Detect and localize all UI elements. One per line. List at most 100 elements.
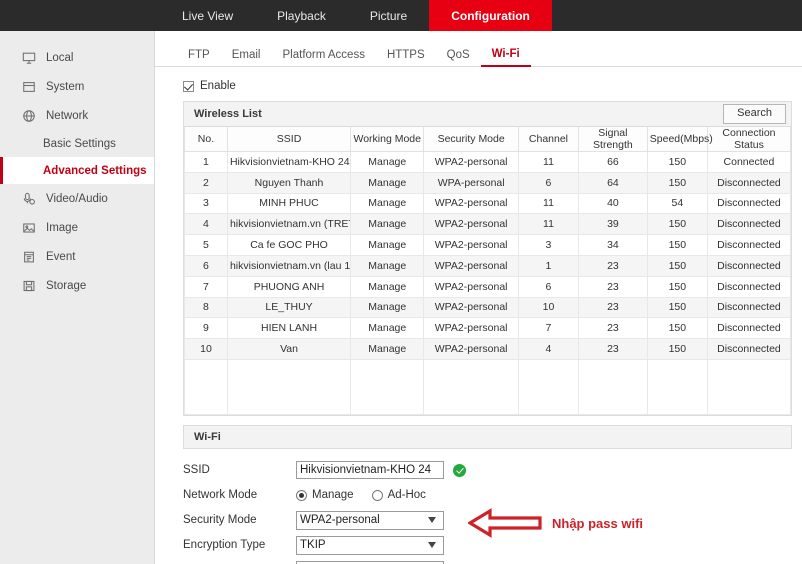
- table-row[interactable]: 5 Ca fe GOC PHO Manage WPA2-personal 3 34 150 D…: [184, 234, 792, 256]
- cell-signal: 23: [578, 254, 648, 277]
- sidebar-label-image: Image: [46, 221, 78, 234]
- sidebar-label-advanced-settings: Advanced Settings: [43, 164, 147, 177]
- cell-channel: 11: [517, 192, 580, 215]
- wifi-settings-body: SSID Network Mode Manage Ad-Hoc: [183, 449, 792, 564]
- cell-ssid: Hikvisionvietnam-KHO 24: [226, 151, 352, 173]
- cell-security-mode: WPA2-personal: [423, 275, 519, 298]
- table-header-row: No. SSID Working Mode Security Mode Chan…: [184, 127, 792, 152]
- sidebar-item-system[interactable]: System: [0, 72, 154, 101]
- sidebar-item-network[interactable]: Network: [0, 101, 154, 130]
- tab-platform-access[interactable]: Platform Access: [272, 49, 376, 66]
- tab-wifi[interactable]: Wi-Fi: [480, 48, 531, 67]
- sidebar-label-storage: Storage: [46, 279, 87, 292]
- cell-status: Disconnected: [706, 171, 792, 194]
- cell-ssid: hikvisionvietnam.vn (lau 1): [226, 254, 352, 277]
- topnav-item-live-view[interactable]: Live View: [160, 0, 255, 31]
- network-mode-option-manage[interactable]: Manage: [296, 489, 354, 501]
- chevron-down-icon: [428, 517, 436, 524]
- table-row[interactable]: 4 hikvisionvietnam.vn (TRET) Manage WPA2-pe…: [184, 213, 792, 236]
- cell-speed: 150: [646, 151, 708, 173]
- ssid-valid-check-icon: [453, 463, 466, 477]
- wireless-list-body: 1 Hikvisionvietnam-KHO 24 Manage WPA2-perso…: [184, 151, 792, 415]
- cell-no: 8: [184, 296, 228, 319]
- cell-security-mode: WPA2-personal: [423, 296, 519, 319]
- col-header-speed: Speed(Mbps): [646, 127, 713, 152]
- table-row[interactable]: 6 hikvisionvietnam.vn (lau 1) Manage WPA2-p…: [184, 254, 792, 277]
- sidebar-label-basic-settings: Basic Settings: [43, 137, 116, 150]
- table-empty-area: [184, 358, 792, 415]
- cell-no: 1: [184, 151, 228, 173]
- cell-working-mode: Manage: [350, 275, 425, 298]
- cell-ssid: PHUONG ANH: [226, 275, 352, 298]
- search-button[interactable]: Search: [723, 104, 786, 124]
- ssid-input[interactable]: [296, 461, 444, 480]
- cell-signal: 23: [578, 338, 648, 360]
- enable-checkbox[interactable]: [183, 80, 194, 92]
- cell-working-mode: Manage: [350, 254, 425, 277]
- col-header-signal-strength: Signal Strength: [578, 127, 648, 152]
- radio-manage[interactable]: [296, 489, 307, 501]
- cell-signal: 23: [578, 317, 648, 340]
- annotation-overlay: Nhập pass wifi: [468, 508, 643, 538]
- table-row[interactable]: 2 Nguyen Thanh Manage WPA-personal 6 64 150 Dis…: [184, 171, 792, 194]
- radio-adhoc[interactable]: [371, 489, 383, 501]
- wifi-settings-title: Wi-Fi: [194, 430, 221, 443]
- col-header-no: No.: [184, 127, 228, 152]
- security-mode-select[interactable]: WPA2-personal: [296, 510, 444, 530]
- sidebar-item-video-audio[interactable]: Video/Audio: [0, 184, 154, 213]
- cell-ssid: hikvisionvietnam.vn (TRET): [226, 213, 352, 236]
- table-row[interactable]: 10 Van Manage WPA2-personal 4 23 150 Disconnect…: [184, 338, 792, 360]
- sidebar: Local System Network Basic Settings Adva…: [0, 31, 155, 564]
- cell-channel: 11: [517, 151, 580, 173]
- network-mode-row: Network Mode Manage Ad-Hoc: [183, 483, 792, 508]
- topnav-item-configuration[interactable]: Configuration: [429, 0, 552, 31]
- security-mode-label: Security Mode: [183, 514, 257, 527]
- cell-signal: 40: [578, 192, 648, 215]
- topnav-item-playback[interactable]: Playback: [255, 0, 348, 31]
- configuration-page: Live View Playback Picture Configuration…: [0, 0, 802, 564]
- sidebar-item-event[interactable]: Event: [0, 242, 154, 271]
- cell-signal: 66: [578, 151, 648, 173]
- cell-working-mode: Manage: [350, 338, 425, 360]
- tab-ftp[interactable]: FTP: [177, 49, 221, 66]
- cell-working-mode: Manage: [350, 213, 425, 236]
- table-row[interactable]: 8 LE_THUY Manage WPA2-personal 10 23 150 Discon…: [184, 296, 792, 319]
- sidebar-item-local[interactable]: Local: [0, 43, 154, 72]
- empty-cell: [423, 358, 519, 415]
- left-arrow-icon: [468, 508, 542, 538]
- topnav-item-picture[interactable]: Picture: [348, 0, 429, 31]
- cell-channel: 1: [517, 254, 580, 277]
- cell-no: 7: [184, 275, 228, 298]
- sidebar-subitem-advanced-settings[interactable]: Advanced Settings: [0, 157, 154, 184]
- cell-channel: 4: [517, 338, 580, 360]
- cell-speed: 150: [646, 275, 708, 298]
- annotation-text: Nhập pass wifi: [552, 515, 644, 531]
- cell-no: 4: [184, 213, 228, 236]
- encryption-type-select[interactable]: TKIP: [296, 535, 444, 555]
- table-row[interactable]: 9 HIEN LANH Manage WPA2-personal 7 23 150 Disco…: [184, 317, 792, 340]
- cell-security-mode: WPA2-personal: [423, 234, 519, 256]
- table-row[interactable]: 7 PHUONG ANH Manage WPA2-personal 6 23 150 Disc…: [184, 275, 792, 298]
- floppy-disk-icon: [21, 278, 37, 294]
- main-content: FTP Email Platform Access HTTPS QoS Wi-F…: [155, 31, 802, 564]
- tab-email[interactable]: Email: [221, 49, 272, 66]
- security-mode-value: WPA2-personal: [300, 514, 380, 527]
- cell-status: Disconnected: [706, 338, 792, 360]
- sidebar-subitem-basic-settings[interactable]: Basic Settings: [0, 130, 154, 157]
- wifi-settings-header: Wi-Fi: [183, 424, 792, 449]
- enable-label: Enable: [200, 80, 236, 92]
- sidebar-item-image[interactable]: Image: [0, 213, 154, 242]
- network-mode-option-adhoc[interactable]: Ad-Hoc: [371, 489, 426, 501]
- cell-no: 6: [184, 254, 228, 277]
- cell-channel: 6: [517, 275, 580, 298]
- empty-cell: [578, 358, 648, 415]
- tab-qos[interactable]: QoS: [436, 49, 481, 66]
- cell-working-mode: Manage: [350, 171, 425, 194]
- table-row[interactable]: 3 MINH PHUC Manage WPA2-personal 11 40 54 Disco…: [184, 192, 792, 215]
- tab-https[interactable]: HTTPS: [376, 49, 436, 66]
- sidebar-item-storage[interactable]: Storage: [0, 271, 154, 300]
- table-row[interactable]: 1 Hikvisionvietnam-KHO 24 Manage WPA2-perso…: [184, 151, 792, 173]
- cell-status: Disconnected: [706, 317, 792, 340]
- enable-checkbox-row[interactable]: Enable: [183, 80, 802, 92]
- cell-ssid: Van: [226, 338, 352, 360]
